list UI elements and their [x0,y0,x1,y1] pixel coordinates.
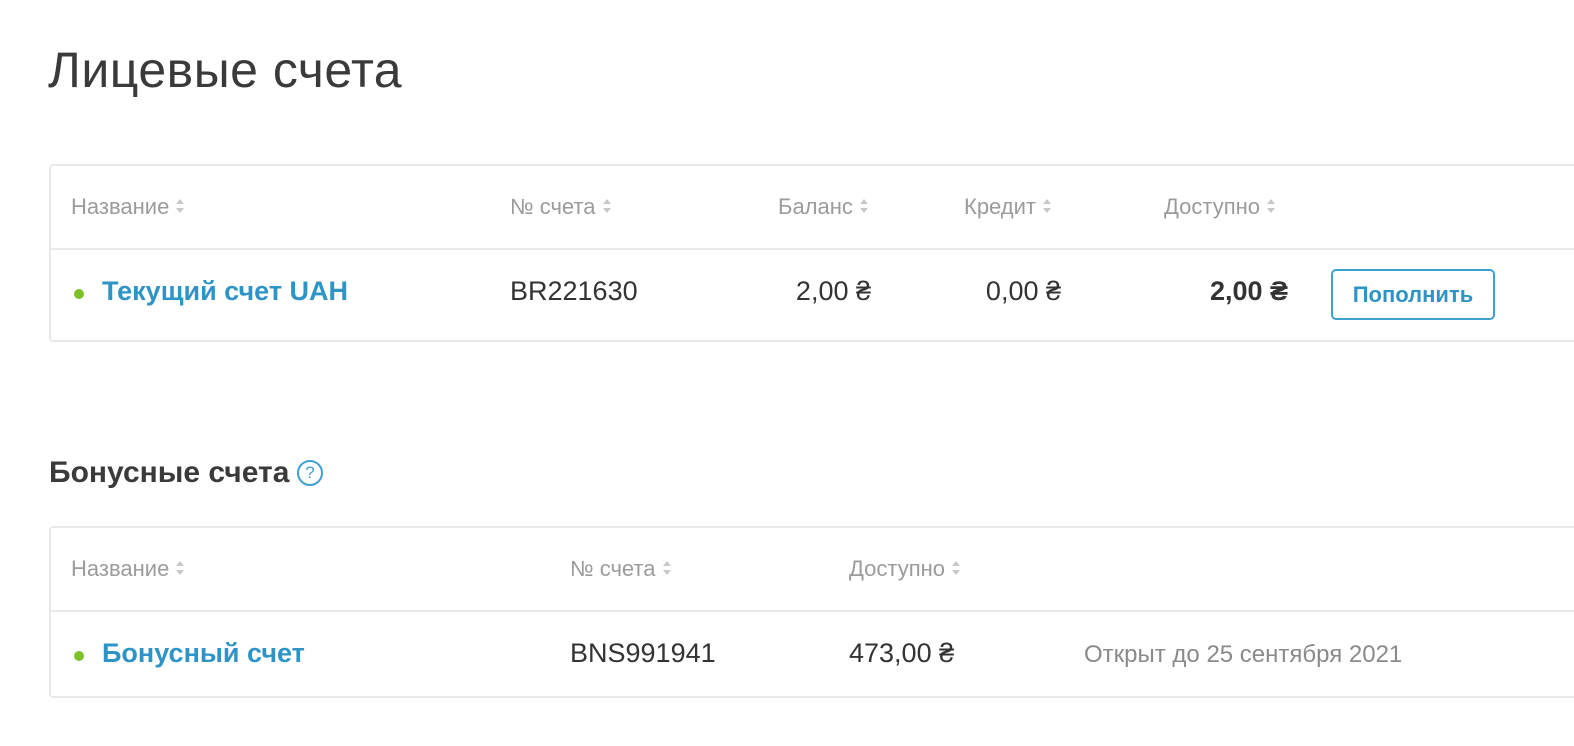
column-header-number-label: № счета [510,194,596,219]
status-dot [74,289,84,299]
column-header-credit[interactable]: Кредит [964,192,1052,222]
column-header-name[interactable]: Название [71,554,185,584]
column-header-number[interactable]: № счета [570,554,672,584]
column-header-name-label: Название [71,194,170,219]
column-header-available[interactable]: Доступно [849,554,961,584]
bonus-section-title: Бонусные счета [49,456,290,489]
account-credit: 0,00 ₴ [985,276,1061,306]
sort-icon [175,196,185,216]
sort-icon [1266,196,1276,216]
account-number: BR221630 [510,276,638,306]
column-header-name[interactable]: Название [71,192,185,222]
account-available: 2,00 ₴ [1209,276,1288,306]
column-header-balance[interactable]: Баланс [778,192,869,222]
bonus-account-number: BNS991941 [570,638,716,668]
column-header-number[interactable]: № счета [510,192,612,222]
column-header-number-label: № счета [570,556,656,581]
status-dot [74,651,84,661]
sort-icon [602,196,612,216]
sort-icon [859,196,869,216]
sort-icon [662,558,672,578]
bonus-table-header: Название № счета Доступно [51,528,1574,612]
table-row: Бонусный счет BNS991941 473,00 ₴ Открыт … [51,612,1574,696]
account-balance: 2,00 ₴ [795,276,871,306]
accounts-table-header: Название № счета Баланс Кредит Доступно [51,166,1574,250]
column-header-credit-label: Кредит [964,194,1037,219]
top-up-button[interactable]: Пополнить [1331,269,1495,320]
page-title: Лицевые счета [48,42,403,98]
column-header-balance-label: Баланс [778,194,853,219]
column-header-name-label: Название [71,556,170,581]
column-header-available[interactable]: Доступно [1164,192,1276,222]
sort-icon [175,558,185,578]
bonus-account-name-link[interactable]: Бонусный счет [102,636,305,670]
account-name-link[interactable]: Текущий счет UAH [102,274,348,308]
bonus-accounts-table: Название № счета Доступно Бонусный счет … [49,526,1574,698]
bonus-account-available: 473,00 ₴ [849,638,955,668]
sort-icon [1042,196,1052,216]
bonus-expiry-note: Открыт до 25 сентября 2021 [1084,641,1403,668]
table-row: Текущий счет UAH BR221630 2,00 ₴ 0,00 ₴ … [51,250,1574,340]
sort-icon [951,558,961,578]
column-header-available-label: Доступно [849,556,946,581]
column-header-available-label: Доступно [1164,194,1261,219]
help-icon[interactable]: ? [297,460,323,486]
accounts-table: Название № счета Баланс Кредит Доступно … [49,164,1574,342]
